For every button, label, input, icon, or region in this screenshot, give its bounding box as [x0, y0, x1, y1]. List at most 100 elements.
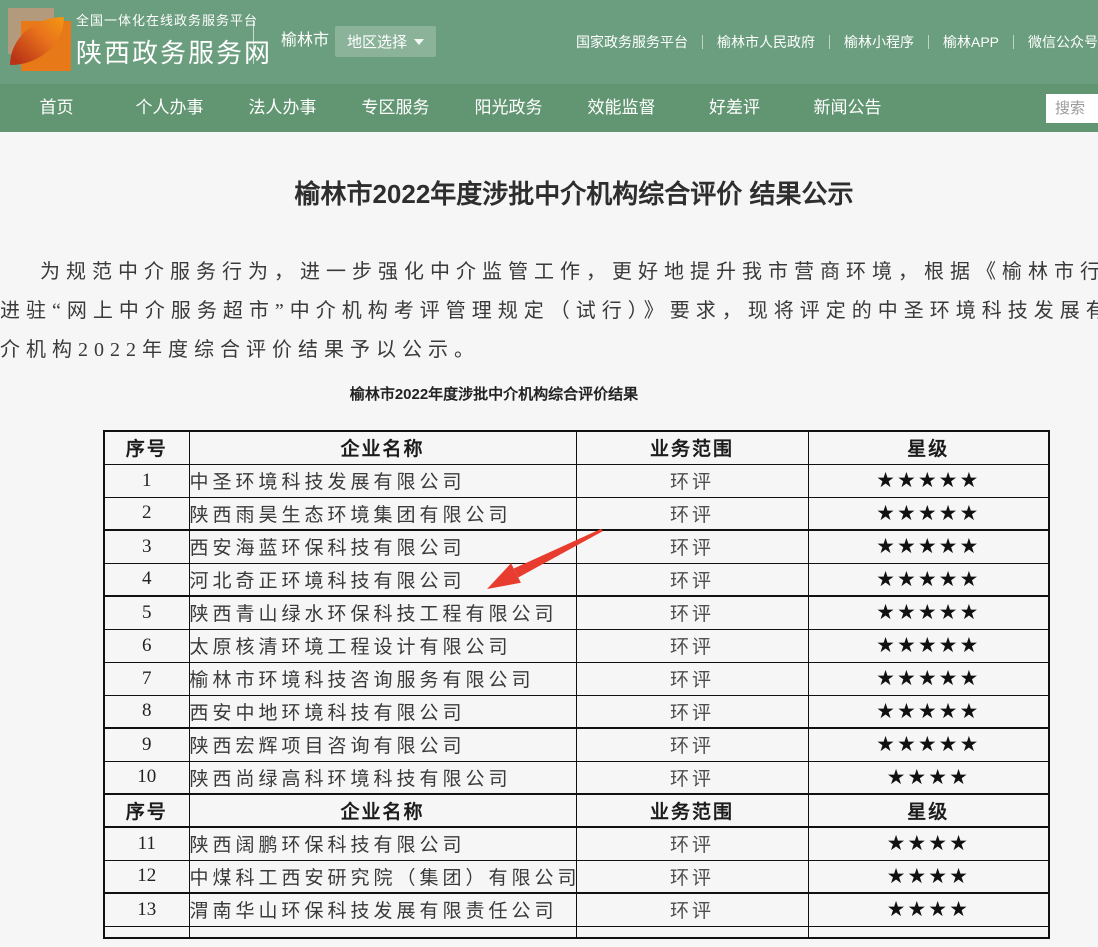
header-links: 国家政务服务平台 榆林市人民政府 榆林小程序 榆林APP 微信公众号 注册 [576, 0, 1098, 84]
page-title: 榆林市2022年度涉批中介机构综合评价 结果公示 [25, 174, 1098, 211]
company-name: 陕西宏辉项目咨询有限公司 [189, 728, 576, 761]
business-scope: 环评 [576, 464, 808, 497]
table-row: 10 陕西尚绿高科环境科技有限公司 环评 ★★★★ [104, 761, 1049, 794]
table-row: 4 河北奇正环境科技有限公司 环评 ★★★★★ [104, 563, 1049, 596]
link-city-app[interactable]: 榆林APP [943, 32, 999, 52]
platform-tagline: 全国一体化在线政务服务平台 [76, 10, 272, 29]
chevron-down-icon [414, 39, 424, 45]
announcement-document: 榆林市2022年度涉批中介机构综合评价 结果公示 为规范中介服务行为，进一步强化… [0, 174, 1098, 939]
nav-item-personal[interactable]: 个人办事 [113, 84, 226, 132]
star-rating: ★★★★★ [808, 464, 1049, 497]
header-divider [253, 20, 254, 64]
col-header-name: 企业名称 [189, 794, 576, 827]
link-national-platform[interactable]: 国家政务服务平台 [576, 32, 688, 52]
main-nav: 首页 个人办事 法人办事 专区服务 阳光政务 效能监督 好差评 新闻公告 [0, 84, 1098, 132]
table-row: 8 西安中地环境科技有限公司 环评 ★★★★★ [104, 695, 1049, 728]
star-rating: ★★★★★ [808, 563, 1049, 596]
table-header-row-repeat: 序号 企业名称 业务范围 星级 [104, 794, 1049, 827]
table-row: 13 渭南华山环保科技发展有限责任公司 环评 ★★★★ [104, 893, 1049, 926]
table-row: 1 中圣环境科技发展有限公司 环评 ★★★★★ [104, 464, 1049, 497]
company-name: 中煤科工西安研究院（集团）有限公司 [189, 860, 576, 893]
link-separator [829, 35, 830, 49]
row-no: 9 [104, 728, 189, 761]
col-header-name: 企业名称 [189, 431, 576, 464]
business-scope: 环评 [576, 860, 808, 893]
star-rating: ★★★★ [808, 827, 1049, 860]
body-line: 介机构2022年度综合评价结果予以公示。 [0, 331, 1098, 370]
table-header-row: 序号 企业名称 业务范围 星级 [104, 431, 1049, 464]
col-header-stars: 星级 [808, 794, 1049, 827]
star-rating: ★★★★ [808, 761, 1049, 794]
table-row: 3 西安海蓝环保科技有限公司 环评 ★★★★★ [104, 530, 1049, 563]
star-rating: ★★★★★ [808, 695, 1049, 728]
business-scope: 环评 [576, 662, 808, 695]
link-separator [702, 35, 703, 49]
star-rating: ★★★★★ [808, 629, 1049, 662]
company-name: 陕西青山绿水环保科技工程有限公司 [189, 596, 576, 629]
star-rating: ★★★★ [808, 893, 1049, 926]
nav-item-supervision[interactable]: 效能监督 [565, 84, 678, 132]
company-name: 榆林市环境科技咨询服务有限公司 [189, 662, 576, 695]
nav-item-corporate[interactable]: 法人办事 [226, 84, 339, 132]
table-row: 9 陕西宏辉项目咨询有限公司 环评 ★★★★★ [104, 728, 1049, 761]
company-name: 太原核清环境工程设计有限公司 [189, 629, 576, 662]
table-row: 5 陕西青山绿水环保科技工程有限公司 环评 ★★★★★ [104, 596, 1049, 629]
link-city-government[interactable]: 榆林市人民政府 [717, 32, 815, 52]
company-name: 陕西阔鹏环保科技有限公司 [189, 827, 576, 860]
star-rating: ★★★★★ [808, 530, 1049, 563]
link-mini-program[interactable]: 榆林小程序 [844, 32, 914, 52]
site-logo-icon [8, 8, 72, 72]
col-header-stars: 星级 [808, 431, 1049, 464]
current-city-label: 榆林市 [281, 26, 329, 50]
row-no: 1 [104, 464, 189, 497]
business-scope: 环评 [576, 728, 808, 761]
company-name: 西安中地环境科技有限公司 [189, 695, 576, 728]
row-no: 8 [104, 695, 189, 728]
col-header-scope: 业务范围 [576, 794, 808, 827]
business-scope: 环评 [576, 893, 808, 926]
business-scope: 环评 [576, 695, 808, 728]
search-input[interactable] [1046, 94, 1098, 123]
row-no: 6 [104, 629, 189, 662]
star-rating: ★★★★★ [808, 662, 1049, 695]
col-header-no: 序号 [104, 431, 189, 464]
star-rating: ★★★★★ [808, 728, 1049, 761]
business-scope: 环评 [576, 827, 808, 860]
star-rating: ★★★★★ [808, 596, 1049, 629]
row-no: 3 [104, 530, 189, 563]
link-separator [928, 35, 929, 49]
business-scope: 环评 [576, 761, 808, 794]
company-name: 渭南华山环保科技发展有限责任公司 [189, 893, 576, 926]
table-row: 6 太原核清环境工程设计有限公司 环评 ★★★★★ [104, 629, 1049, 662]
company-name: 河北奇正环境科技有限公司 [189, 563, 576, 596]
link-separator [1013, 35, 1014, 49]
table-row: 12 中煤科工西安研究院（集团）有限公司 环评 ★★★★ [104, 860, 1049, 893]
nav-item-news[interactable]: 新闻公告 [791, 84, 904, 132]
body-line: 进驻“网上中介服务超市”中介机构考评管理规定（试行）》要求，现将评定的中圣环境科… [0, 292, 1098, 331]
business-scope: 环评 [576, 629, 808, 662]
company-name: 陕西雨昊生态环境集团有限公司 [189, 497, 576, 530]
table-row: 11 陕西阔鹏环保科技有限公司 环评 ★★★★ [104, 827, 1049, 860]
row-no: 5 [104, 596, 189, 629]
star-rating: ★★★★ [808, 860, 1049, 893]
body-line: 为规范中介服务行为，进一步强化中介监管工作，更好地提升我市营商环境，根据《榆林市… [0, 253, 1098, 292]
business-scope: 环评 [576, 563, 808, 596]
row-no: 7 [104, 662, 189, 695]
row-no: 4 [104, 563, 189, 596]
row-no: 12 [104, 860, 189, 893]
table-caption: 榆林市2022年度涉批中介机构综合评价结果 [0, 382, 1043, 408]
row-no: 2 [104, 497, 189, 530]
nav-item-transparency[interactable]: 阳光政务 [452, 84, 565, 132]
company-name: 中圣环境科技发展有限公司 [189, 464, 576, 497]
business-scope: 环评 [576, 596, 808, 629]
region-selector-button[interactable]: 地区选择 [335, 26, 436, 57]
link-wechat-official[interactable]: 微信公众号 [1028, 32, 1098, 52]
nav-item-zones[interactable]: 专区服务 [339, 84, 452, 132]
business-scope: 环评 [576, 530, 808, 563]
table-row: 7 榆林市环境科技咨询服务有限公司 环评 ★★★★★ [104, 662, 1049, 695]
region-selector-label: 地区选择 [347, 31, 407, 52]
nav-item-rating[interactable]: 好差评 [678, 84, 791, 132]
brand-block: 全国一体化在线政务服务平台 陕西政务服务网 [76, 10, 272, 70]
site-name: 陕西政务服务网 [76, 33, 272, 70]
nav-item-home[interactable]: 首页 [0, 84, 113, 132]
